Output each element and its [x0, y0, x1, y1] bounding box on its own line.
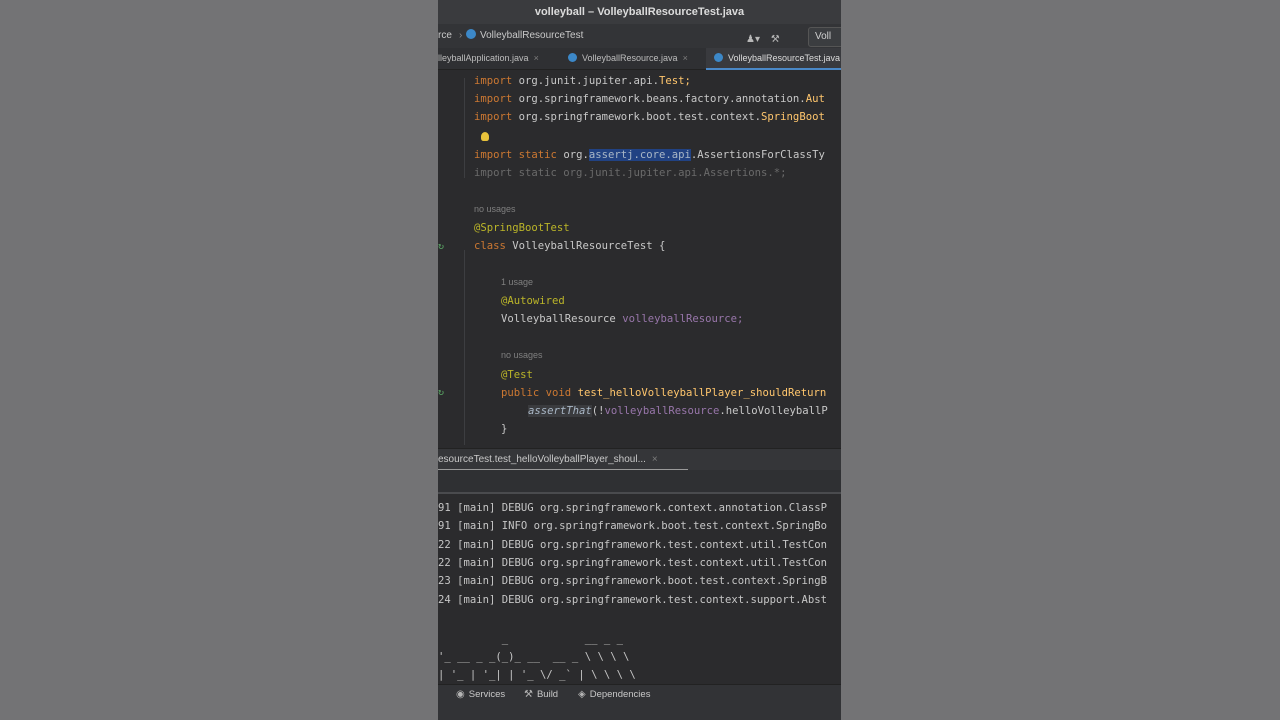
class-ref: .AssertionsForClassTy	[690, 149, 825, 161]
package: org.	[563, 149, 589, 161]
code-line-class-declaration: class VolleyballResourceTest {	[474, 237, 665, 255]
class-ref: Test;	[659, 75, 691, 87]
code-line-method-annotation: @Test	[501, 369, 533, 381]
keyword: public void	[501, 387, 572, 399]
services-tool-button[interactable]: ◉ Services	[456, 685, 505, 705]
keyword: import	[474, 111, 513, 123]
package: org.springframework.beans.factory.annota…	[518, 93, 806, 105]
spring-banner-line: | '_ | '_| | '_ \/ _` | \ \ \ \	[438, 669, 636, 681]
package: org.springframework.boot.test.context.	[518, 111, 762, 123]
layers-icon: ◈	[578, 689, 586, 700]
tab-volleyball-resource[interactable]: VolleyballResource.java ×	[568, 48, 688, 68]
class-ref: SpringBoot	[761, 111, 825, 123]
console-output[interactable]: 91 [main] DEBUG org.springframework.cont…	[438, 494, 841, 684]
run-toolbar	[438, 470, 841, 494]
run-test-gutter-icon[interactable]: ↻	[438, 242, 450, 252]
run-test-gutter-icon[interactable]: ↻	[438, 388, 450, 398]
selected-text: assertj.core.api	[588, 149, 691, 161]
breadcrumb-current[interactable]: VolleyballResourceTest	[466, 24, 583, 48]
tab-label: lleyballApplication.java	[438, 53, 529, 63]
tab-label: VolleyballResource.java	[582, 53, 678, 63]
breadcrumb-parent[interactable]: rce	[438, 24, 452, 48]
build-tool-button[interactable]: ⚒ Build	[524, 685, 558, 705]
console-line: 22 [main] DEBUG org.springframework.test…	[438, 539, 828, 551]
build-hammer-icon[interactable]: ⚒	[771, 32, 780, 48]
console-line: 91 [main] DEBUG org.springframework.cont…	[438, 502, 828, 514]
code-line-assert: assertThat(!volleyballResource.helloVoll…	[528, 402, 828, 420]
field-name: volleyballResource;	[622, 313, 744, 325]
run-tab-label: esourceTest.test_helloVolleyballPlayer_s…	[438, 454, 646, 465]
class-icon	[466, 29, 476, 39]
code-line-import-test: import org.junit.jupiter.api.Test;	[474, 72, 691, 90]
services-icon: ◉	[456, 689, 465, 700]
field-type: VolleyballResource	[501, 313, 616, 325]
package: org.junit.jupiter.api.	[518, 75, 659, 87]
code-line-close-brace: }	[501, 423, 508, 435]
ide-window: volleyball – VolleyballResourceTest.java…	[438, 0, 841, 720]
operator: (!	[591, 405, 605, 417]
run-configuration-label: Voll	[815, 31, 832, 42]
tab-label: VolleyballResourceTest.java	[728, 53, 841, 63]
code-line-class-annotation: @SpringBootTest	[474, 222, 570, 234]
dependencies-label: Dependencies	[589, 689, 651, 700]
method-call: assertThat	[528, 405, 592, 417]
keyword: import static	[474, 149, 557, 161]
run-configuration-button[interactable]: Voll	[808, 27, 841, 47]
tab-volleyball-resource-test[interactable]: VolleyballResourceTest.java	[706, 48, 841, 70]
tool-window-bar: ◉ Services ⚒ Build ◈ Dependencies	[438, 684, 841, 720]
console-line: 22 [main] DEBUG org.springframework.test…	[438, 557, 828, 569]
code-line-static-import: import static org.assertj.core.api.Asser…	[474, 146, 825, 164]
fold-guide	[464, 78, 465, 178]
field-ref: volleyballResource	[604, 405, 720, 417]
method-ref: .helloVolleyballP	[719, 405, 828, 417]
keyword: import	[474, 93, 513, 105]
code-line-method-declaration: public void test_helloVolleyballPlayer_s…	[501, 384, 826, 402]
console-line: 23 [main] DEBUG org.springframework.boot…	[438, 575, 828, 587]
close-icon[interactable]: ×	[652, 454, 658, 465]
close-icon[interactable]: ×	[683, 53, 688, 63]
dependencies-tool-button[interactable]: ◈ Dependencies	[578, 685, 650, 705]
right-blurred-backdrop	[841, 0, 1280, 720]
console-line: 91 [main] INFO org.springframework.boot.…	[438, 520, 828, 532]
method-name: test_helloVolleyballPlayer_shouldReturn	[577, 387, 827, 399]
class-name: VolleyballResourceTest {	[512, 240, 666, 252]
code-line-unused-import: import static org.junit.jupiter.api.Asse…	[474, 167, 787, 179]
console-line: 24 [main] DEBUG org.springframework.test…	[438, 594, 828, 606]
close-icon[interactable]: ×	[534, 53, 539, 63]
breadcrumb-separator: ›	[459, 30, 463, 41]
hammer-icon: ⚒	[524, 689, 533, 700]
build-label: Build	[536, 689, 559, 700]
code-line-import-autowired: import org.springframework.beans.factory…	[474, 90, 825, 108]
keyword: class	[474, 240, 506, 252]
class-icon	[714, 53, 723, 62]
user-icon[interactable]: ♟▾	[746, 32, 760, 48]
spring-banner-line: '_ __ _ _(_)_ __ __ _ \ \ \ \	[438, 651, 630, 663]
usage-hint[interactable]: no usages	[474, 204, 516, 218]
editor-tabs: lleyballApplication.java × VolleyballReso…	[438, 48, 841, 70]
tab-volleyball-application[interactable]: lleyballApplication.java ×	[438, 48, 539, 68]
class-icon	[568, 53, 577, 62]
usage-hint[interactable]: 1 usage	[501, 277, 533, 291]
usage-hint[interactable]: no usages	[501, 350, 543, 364]
fold-guide	[464, 250, 465, 445]
left-blurred-backdrop	[0, 0, 438, 720]
run-tab[interactable]: esourceTest.test_helloVolleyballPlayer_s…	[438, 454, 658, 465]
code-line-import-springboot: import org.springframework.boot.test.con…	[474, 108, 825, 126]
keyword: import	[474, 75, 513, 87]
window-title: volleyball – VolleyballResourceTest.java	[438, 0, 841, 24]
code-line-field-annotation: @Autowired	[501, 295, 565, 307]
run-tool-window-header: esourceTest.test_helloVolleyballPlayer_s…	[438, 448, 841, 471]
navigation-bar: rce › VolleyballResourceTest ♟▾ ⚒ Voll	[438, 24, 841, 48]
breadcrumb-current-label: VolleyballResourceTest	[480, 30, 584, 41]
services-label: Services	[468, 689, 506, 700]
class-ref: Aut	[805, 93, 825, 105]
lightbulb-icon[interactable]	[481, 132, 489, 141]
code-line-field: VolleyballResource volleyballResource;	[501, 310, 743, 328]
code-editor[interactable]: import org.junit.jupiter.api.Test; impor…	[438, 70, 841, 448]
spring-banner-line: _ __ _ _	[438, 633, 623, 645]
